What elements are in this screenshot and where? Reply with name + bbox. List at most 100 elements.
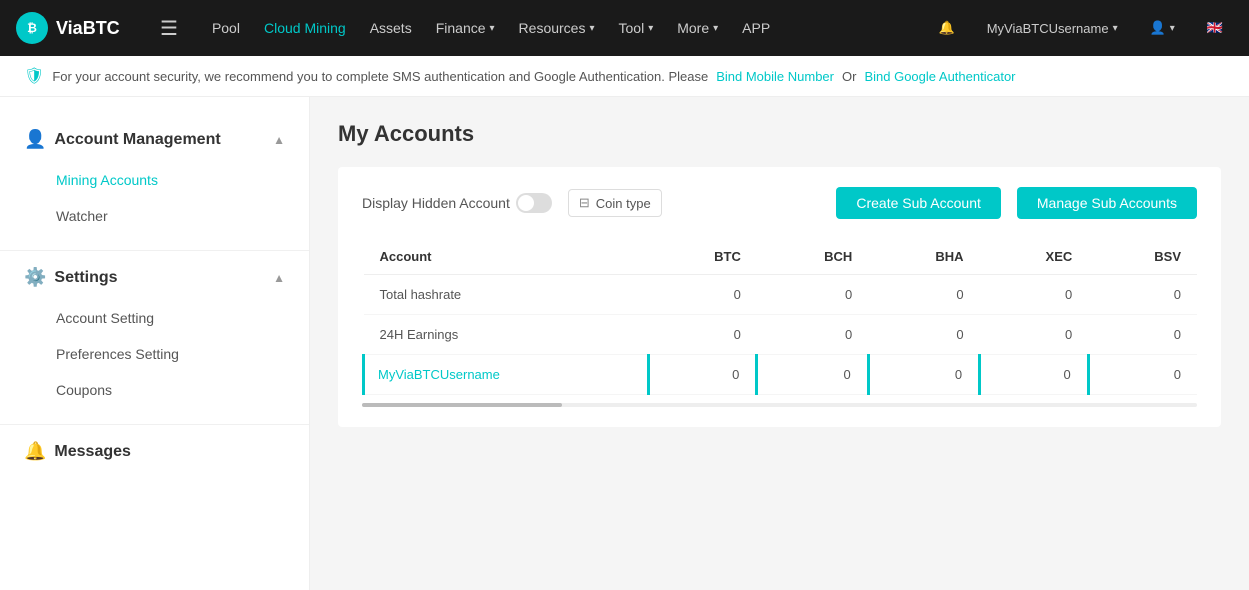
- display-hidden-toggle[interactable]: [516, 193, 552, 213]
- nav-right: 🔔 MyViaBTCUsername ▾ 👤 ▾ 🇬🇧: [929, 14, 1233, 42]
- row-btc-total-hashrate: 0: [648, 275, 757, 315]
- shield-icon: 🛡: [24, 66, 44, 86]
- logo-text: ViaBTC: [56, 18, 120, 39]
- bell-icon: 🔔: [939, 20, 955, 36]
- username-menu[interactable]: MyViaBTCUsername ▾: [977, 15, 1128, 42]
- sidebar-divider-1: [0, 250, 309, 251]
- main-layout: 👤 Account Management ▲ Mining Accounts W…: [0, 97, 1249, 590]
- row-bsv-username[interactable]: 0: [1088, 355, 1197, 395]
- gear-icon: ⚙️: [24, 267, 46, 288]
- chevron-up-icon: ▲: [273, 133, 285, 147]
- nav-resources[interactable]: Resources ▾: [509, 14, 605, 42]
- create-sub-account-button[interactable]: Create Sub Account: [836, 187, 1001, 219]
- nav-links: Pool Cloud Mining Assets Finance ▾ Resou…: [202, 14, 905, 42]
- messages-title: Messages: [54, 443, 131, 461]
- display-hidden-label: Display Hidden Account: [362, 195, 510, 211]
- row-btc-24h-earnings: 0: [648, 315, 757, 355]
- row-bch-total-hashrate: 0: [757, 275, 868, 315]
- bell-button[interactable]: 🔔: [929, 14, 965, 42]
- logo[interactable]: ₿ ViaBTC: [16, 12, 136, 44]
- account-management-items: Mining Accounts Watcher: [0, 158, 309, 242]
- col-xec: XEC: [980, 239, 1089, 275]
- row-bch-24h-earnings: 0: [757, 315, 868, 355]
- main-content: My Accounts Display Hidden Account ⊟ Coi…: [310, 97, 1249, 590]
- row-xec-24h-earnings: 0: [980, 315, 1089, 355]
- scrollbar-thumb: [362, 403, 562, 407]
- account-management-title: Account Management: [54, 131, 220, 149]
- row-bha-total-hashrate: 0: [868, 275, 979, 315]
- row-label-total-hashrate: Total hashrate: [364, 275, 649, 315]
- horizontal-scrollbar[interactable]: [362, 403, 1197, 407]
- row-btc-username[interactable]: 0: [648, 355, 757, 395]
- col-account: Account: [364, 239, 649, 275]
- chevron-down-icon: ▾: [490, 23, 495, 34]
- nav-tool[interactable]: Tool ▾: [609, 14, 664, 42]
- row-bsv-24h-earnings: 0: [1088, 315, 1197, 355]
- chevron-down-icon: ▾: [648, 23, 653, 34]
- person-icon: 👤: [24, 129, 46, 150]
- nav-finance[interactable]: Finance ▾: [426, 14, 505, 42]
- logo-icon: ₿: [16, 12, 48, 44]
- chevron-down-icon: ▾: [1113, 23, 1118, 34]
- table-row: MyViaBTCUsername 0 0 0 0 0: [364, 355, 1198, 395]
- accounts-card: Display Hidden Account ⊟ Coin type Creat…: [338, 167, 1221, 427]
- filter-icon: ⊟: [579, 195, 590, 211]
- top-navigation: ₿ ViaBTC ☰ Pool Cloud Mining Assets Fina…: [0, 0, 1249, 56]
- card-toolbar: Display Hidden Account ⊟ Coin type Creat…: [362, 187, 1197, 219]
- col-btc: BTC: [648, 239, 757, 275]
- page-title: My Accounts: [338, 121, 1221, 147]
- manage-sub-accounts-button[interactable]: Manage Sub Accounts: [1017, 187, 1197, 219]
- row-bsv-total-hashrate: 0: [1088, 275, 1197, 315]
- col-bch: BCH: [757, 239, 868, 275]
- table-header-row: Account BTC BCH BHA XEC BSV: [364, 239, 1198, 275]
- chevron-down-icon: ▾: [589, 23, 594, 34]
- chevron-down-icon: ▾: [1170, 23, 1175, 34]
- sidebar-item-watcher[interactable]: Watcher: [0, 198, 309, 234]
- display-hidden-toggle-area: Display Hidden Account: [362, 193, 552, 213]
- bell-sidebar-icon: 🔔: [24, 441, 46, 462]
- settings-title: Settings: [54, 269, 117, 287]
- sidebar-item-coupons[interactable]: Coupons: [0, 372, 309, 408]
- sidebar-item-account-setting[interactable]: Account Setting: [0, 300, 309, 336]
- security-banner: 🛡 For your account security, we recommen…: [0, 56, 1249, 97]
- username-link[interactable]: MyViaBTCUsername: [378, 367, 500, 382]
- col-bsv: BSV: [1088, 239, 1197, 275]
- accounts-table: Account BTC BCH BHA XEC BSV Total hashra…: [362, 239, 1197, 395]
- row-label-24h-earnings: 24H Earnings: [364, 315, 649, 355]
- nav-more[interactable]: More ▾: [667, 14, 728, 42]
- security-text: For your account security, we recommend …: [52, 69, 708, 84]
- col-bha: BHA: [868, 239, 979, 275]
- language-selector[interactable]: 🇬🇧: [1197, 14, 1233, 42]
- nav-assets[interactable]: Assets: [360, 14, 422, 42]
- row-label-username[interactable]: MyViaBTCUsername: [364, 355, 649, 395]
- security-or-text: Or: [842, 69, 856, 84]
- row-xec-total-hashrate: 0: [980, 275, 1089, 315]
- coin-type-label: Coin type: [596, 196, 651, 211]
- table-row: 24H Earnings 0 0 0 0 0: [364, 315, 1198, 355]
- row-bch-username[interactable]: 0: [757, 355, 868, 395]
- messages-section[interactable]: 🔔 Messages: [0, 433, 309, 470]
- user-profile-button[interactable]: 👤 ▾: [1140, 14, 1185, 42]
- nav-app[interactable]: APP: [732, 14, 780, 42]
- sidebar-item-preferences-setting[interactable]: Preferences Setting: [0, 336, 309, 372]
- table-row: Total hashrate 0 0 0 0 0: [364, 275, 1198, 315]
- row-bha-username[interactable]: 0: [868, 355, 979, 395]
- flag-icon: 🇬🇧: [1207, 20, 1223, 36]
- nav-pool[interactable]: Pool: [202, 14, 250, 42]
- sidebar-item-mining-accounts[interactable]: Mining Accounts: [0, 162, 309, 198]
- sidebar-divider-2: [0, 424, 309, 425]
- settings-items: Account Setting Preferences Setting Coup…: [0, 296, 309, 416]
- row-bha-24h-earnings: 0: [868, 315, 979, 355]
- row-xec-username[interactable]: 0: [980, 355, 1089, 395]
- account-management-section[interactable]: 👤 Account Management ▲: [0, 121, 309, 158]
- user-icon: 👤: [1150, 20, 1166, 36]
- chevron-up-icon: ▲: [273, 271, 285, 285]
- bind-google-link[interactable]: Bind Google Authenticator: [864, 69, 1015, 84]
- chevron-down-icon: ▾: [713, 23, 718, 34]
- nav-cloud-mining[interactable]: Cloud Mining: [254, 14, 356, 42]
- bind-mobile-link[interactable]: Bind Mobile Number: [716, 69, 834, 84]
- settings-section[interactable]: ⚙️ Settings ▲: [0, 259, 309, 296]
- coin-type-filter[interactable]: ⊟ Coin type: [568, 189, 662, 217]
- hamburger-menu[interactable]: ☰: [160, 16, 178, 41]
- sidebar: 👤 Account Management ▲ Mining Accounts W…: [0, 97, 310, 590]
